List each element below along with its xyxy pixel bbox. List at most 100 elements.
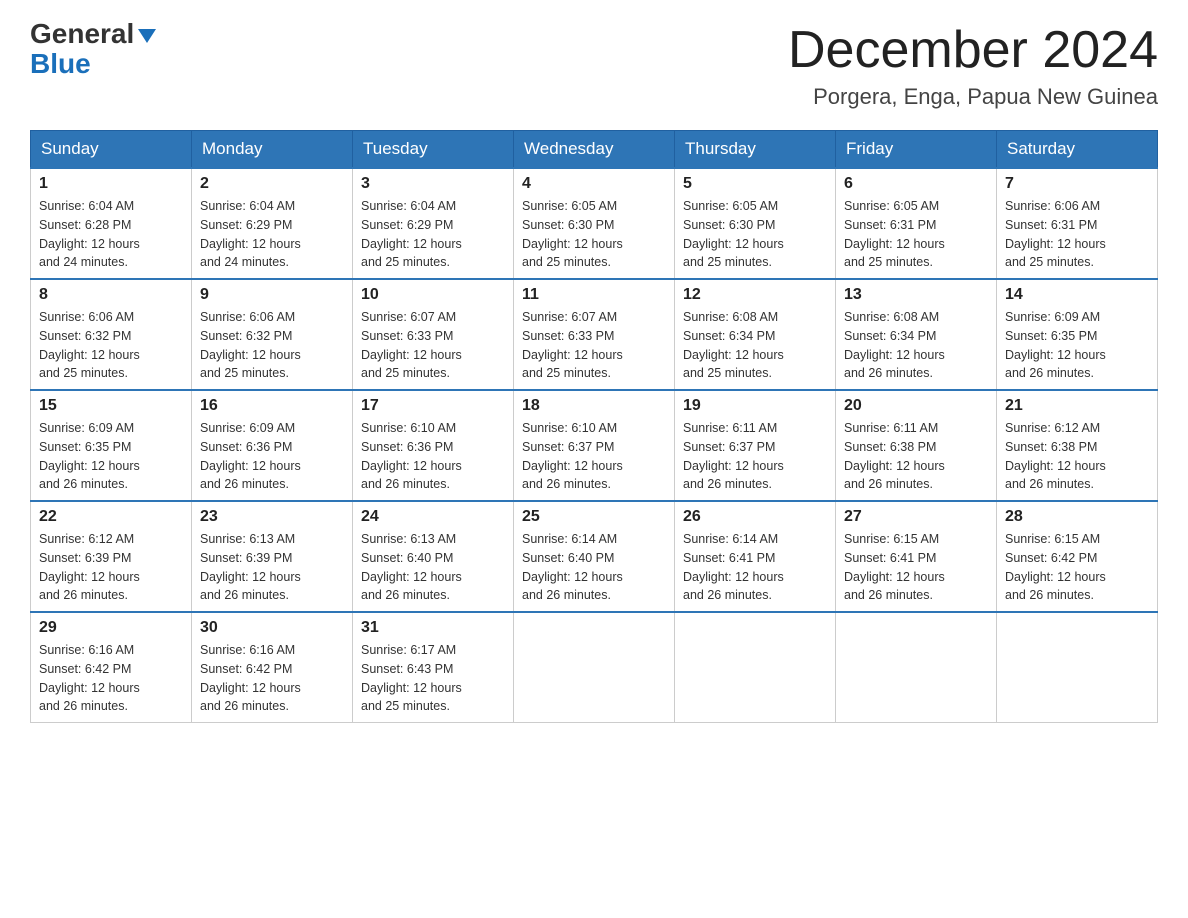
calendar-cell — [836, 612, 997, 723]
week-row-2: 8 Sunrise: 6:06 AM Sunset: 6:32 PM Dayli… — [31, 279, 1158, 390]
calendar-cell: 21 Sunrise: 6:12 AM Sunset: 6:38 PM Dayl… — [997, 390, 1158, 501]
col-header-wednesday: Wednesday — [514, 131, 675, 169]
day-info: Sunrise: 6:13 AM Sunset: 6:40 PM Dayligh… — [361, 530, 505, 605]
day-number: 6 — [844, 175, 988, 193]
day-number: 3 — [361, 175, 505, 193]
calendar-cell: 24 Sunrise: 6:13 AM Sunset: 6:40 PM Dayl… — [353, 501, 514, 612]
calendar-cell: 15 Sunrise: 6:09 AM Sunset: 6:35 PM Dayl… — [31, 390, 192, 501]
calendar-cell: 28 Sunrise: 6:15 AM Sunset: 6:42 PM Dayl… — [997, 501, 1158, 612]
logo: General Blue — [30, 20, 158, 80]
day-number: 13 — [844, 286, 988, 304]
calendar-cell: 3 Sunrise: 6:04 AM Sunset: 6:29 PM Dayli… — [353, 168, 514, 279]
calendar-cell: 31 Sunrise: 6:17 AM Sunset: 6:43 PM Dayl… — [353, 612, 514, 723]
day-info: Sunrise: 6:14 AM Sunset: 6:40 PM Dayligh… — [522, 530, 666, 605]
calendar-cell: 1 Sunrise: 6:04 AM Sunset: 6:28 PM Dayli… — [31, 168, 192, 279]
week-row-1: 1 Sunrise: 6:04 AM Sunset: 6:28 PM Dayli… — [31, 168, 1158, 279]
day-number: 5 — [683, 175, 827, 193]
calendar-cell: 12 Sunrise: 6:08 AM Sunset: 6:34 PM Dayl… — [675, 279, 836, 390]
day-number: 16 — [200, 397, 344, 415]
calendar-cell: 18 Sunrise: 6:10 AM Sunset: 6:37 PM Dayl… — [514, 390, 675, 501]
calendar-cell: 23 Sunrise: 6:13 AM Sunset: 6:39 PM Dayl… — [192, 501, 353, 612]
day-info: Sunrise: 6:05 AM Sunset: 6:30 PM Dayligh… — [522, 197, 666, 272]
day-number: 17 — [361, 397, 505, 415]
col-header-thursday: Thursday — [675, 131, 836, 169]
calendar-cell: 20 Sunrise: 6:11 AM Sunset: 6:38 PM Dayl… — [836, 390, 997, 501]
calendar-cell: 13 Sunrise: 6:08 AM Sunset: 6:34 PM Dayl… — [836, 279, 997, 390]
day-number: 1 — [39, 175, 183, 193]
calendar-cell: 11 Sunrise: 6:07 AM Sunset: 6:33 PM Dayl… — [514, 279, 675, 390]
day-info: Sunrise: 6:14 AM Sunset: 6:41 PM Dayligh… — [683, 530, 827, 605]
calendar-cell: 4 Sunrise: 6:05 AM Sunset: 6:30 PM Dayli… — [514, 168, 675, 279]
day-info: Sunrise: 6:10 AM Sunset: 6:37 PM Dayligh… — [522, 419, 666, 494]
day-info: Sunrise: 6:12 AM Sunset: 6:38 PM Dayligh… — [1005, 419, 1149, 494]
day-info: Sunrise: 6:05 AM Sunset: 6:30 PM Dayligh… — [683, 197, 827, 272]
day-info: Sunrise: 6:06 AM Sunset: 6:31 PM Dayligh… — [1005, 197, 1149, 272]
calendar-cell: 6 Sunrise: 6:05 AM Sunset: 6:31 PM Dayli… — [836, 168, 997, 279]
calendar-cell — [514, 612, 675, 723]
day-number: 15 — [39, 397, 183, 415]
day-info: Sunrise: 6:16 AM Sunset: 6:42 PM Dayligh… — [200, 641, 344, 716]
week-row-5: 29 Sunrise: 6:16 AM Sunset: 6:42 PM Dayl… — [31, 612, 1158, 723]
day-number: 24 — [361, 508, 505, 526]
calendar-cell: 29 Sunrise: 6:16 AM Sunset: 6:42 PM Dayl… — [31, 612, 192, 723]
calendar-header-row: SundayMondayTuesdayWednesdayThursdayFrid… — [31, 131, 1158, 169]
calendar-cell: 16 Sunrise: 6:09 AM Sunset: 6:36 PM Dayl… — [192, 390, 353, 501]
calendar-cell: 7 Sunrise: 6:06 AM Sunset: 6:31 PM Dayli… — [997, 168, 1158, 279]
calendar-cell: 5 Sunrise: 6:05 AM Sunset: 6:30 PM Dayli… — [675, 168, 836, 279]
day-number: 19 — [683, 397, 827, 415]
day-info: Sunrise: 6:13 AM Sunset: 6:39 PM Dayligh… — [200, 530, 344, 605]
day-info: Sunrise: 6:15 AM Sunset: 6:41 PM Dayligh… — [844, 530, 988, 605]
month-title: December 2024 — [788, 20, 1158, 80]
logo-arrow-icon — [136, 25, 158, 47]
day-number: 27 — [844, 508, 988, 526]
day-number: 20 — [844, 397, 988, 415]
day-number: 25 — [522, 508, 666, 526]
calendar-cell: 22 Sunrise: 6:12 AM Sunset: 6:39 PM Dayl… — [31, 501, 192, 612]
calendar-cell: 9 Sunrise: 6:06 AM Sunset: 6:32 PM Dayli… — [192, 279, 353, 390]
page-header: General Blue December 2024 Porgera, Enga… — [30, 20, 1158, 110]
calendar-cell: 17 Sunrise: 6:10 AM Sunset: 6:36 PM Dayl… — [353, 390, 514, 501]
col-header-friday: Friday — [836, 131, 997, 169]
day-info: Sunrise: 6:04 AM Sunset: 6:29 PM Dayligh… — [361, 197, 505, 272]
location-title: Porgera, Enga, Papua New Guinea — [788, 84, 1158, 110]
day-info: Sunrise: 6:04 AM Sunset: 6:28 PM Dayligh… — [39, 197, 183, 272]
day-info: Sunrise: 6:08 AM Sunset: 6:34 PM Dayligh… — [683, 308, 827, 383]
day-number: 26 — [683, 508, 827, 526]
col-header-monday: Monday — [192, 131, 353, 169]
logo-general: General — [30, 18, 134, 49]
day-number: 7 — [1005, 175, 1149, 193]
day-info: Sunrise: 6:12 AM Sunset: 6:39 PM Dayligh… — [39, 530, 183, 605]
day-info: Sunrise: 6:07 AM Sunset: 6:33 PM Dayligh… — [361, 308, 505, 383]
day-number: 29 — [39, 619, 183, 637]
calendar-cell: 25 Sunrise: 6:14 AM Sunset: 6:40 PM Dayl… — [514, 501, 675, 612]
day-info: Sunrise: 6:17 AM Sunset: 6:43 PM Dayligh… — [361, 641, 505, 716]
logo-blue: Blue — [30, 48, 91, 80]
title-block: December 2024 Porgera, Enga, Papua New G… — [788, 20, 1158, 110]
day-info: Sunrise: 6:06 AM Sunset: 6:32 PM Dayligh… — [200, 308, 344, 383]
day-number: 28 — [1005, 508, 1149, 526]
calendar-cell — [997, 612, 1158, 723]
day-number: 8 — [39, 286, 183, 304]
calendar-cell: 14 Sunrise: 6:09 AM Sunset: 6:35 PM Dayl… — [997, 279, 1158, 390]
day-number: 23 — [200, 508, 344, 526]
day-info: Sunrise: 6:07 AM Sunset: 6:33 PM Dayligh… — [522, 308, 666, 383]
day-number: 11 — [522, 286, 666, 304]
col-header-sunday: Sunday — [31, 131, 192, 169]
calendar-cell: 26 Sunrise: 6:14 AM Sunset: 6:41 PM Dayl… — [675, 501, 836, 612]
day-number: 4 — [522, 175, 666, 193]
calendar-table: SundayMondayTuesdayWednesdayThursdayFrid… — [30, 130, 1158, 723]
day-info: Sunrise: 6:09 AM Sunset: 6:35 PM Dayligh… — [1005, 308, 1149, 383]
day-number: 9 — [200, 286, 344, 304]
col-header-saturday: Saturday — [997, 131, 1158, 169]
day-number: 12 — [683, 286, 827, 304]
day-info: Sunrise: 6:11 AM Sunset: 6:37 PM Dayligh… — [683, 419, 827, 494]
calendar-cell: 19 Sunrise: 6:11 AM Sunset: 6:37 PM Dayl… — [675, 390, 836, 501]
day-info: Sunrise: 6:10 AM Sunset: 6:36 PM Dayligh… — [361, 419, 505, 494]
calendar-cell: 10 Sunrise: 6:07 AM Sunset: 6:33 PM Dayl… — [353, 279, 514, 390]
day-number: 22 — [39, 508, 183, 526]
day-number: 10 — [361, 286, 505, 304]
calendar-cell: 8 Sunrise: 6:06 AM Sunset: 6:32 PM Dayli… — [31, 279, 192, 390]
day-number: 30 — [200, 619, 344, 637]
day-number: 14 — [1005, 286, 1149, 304]
calendar-cell: 2 Sunrise: 6:04 AM Sunset: 6:29 PM Dayli… — [192, 168, 353, 279]
